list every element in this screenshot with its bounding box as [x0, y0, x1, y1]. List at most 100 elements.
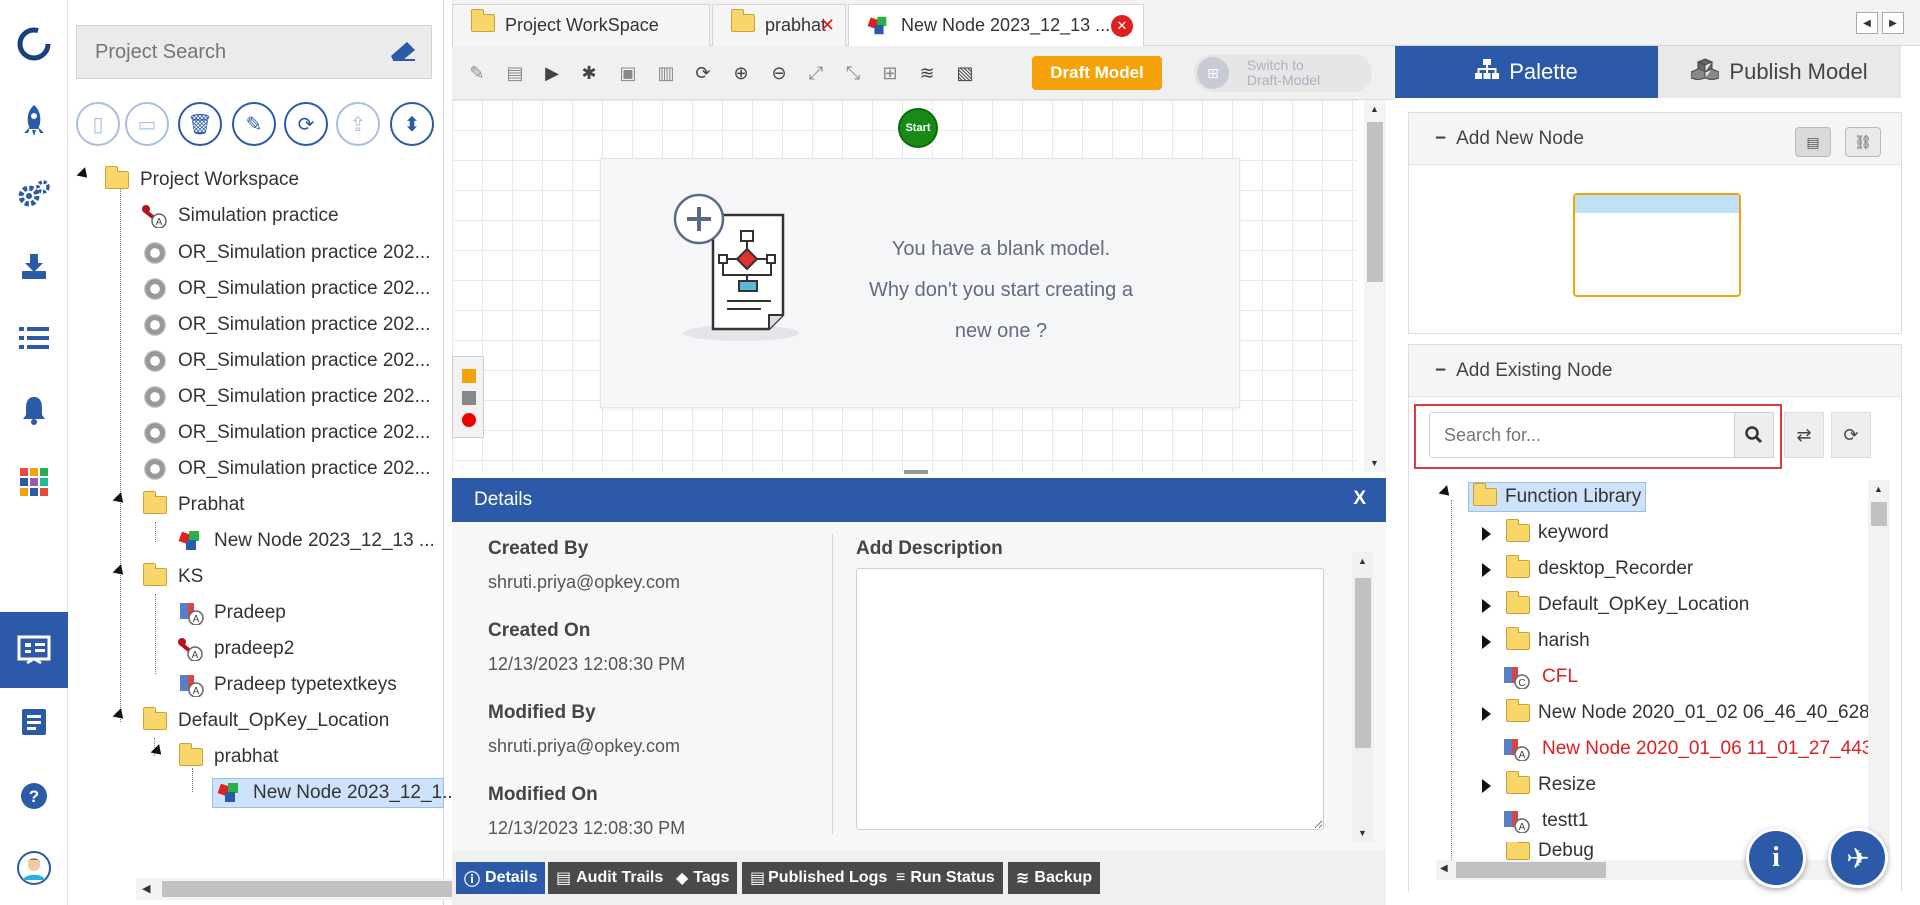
apps-grid-icon[interactable] [0, 454, 68, 510]
switch-to-draft-toggle[interactable]: ⊞ Switch to Draft-Model [1194, 54, 1372, 92]
launch-fab-button[interactable]: ✈ [1828, 828, 1888, 888]
tab-palette[interactable]: Palette [1395, 46, 1658, 98]
scroll-down-icon[interactable]: ▼ [1370, 458, 1379, 468]
tab-project-workspace[interactable]: Project WorkSpace [452, 4, 710, 46]
minus-icon[interactable]: − [1435, 128, 1446, 150]
refresh-icon[interactable]: ⟳ [692, 62, 714, 84]
help-icon[interactable]: ? [0, 768, 68, 824]
tree-item-cfl[interactable]: C CFL [1502, 662, 1578, 692]
zoom-out-icon[interactable]: ⊖ [768, 62, 790, 84]
tree-item[interactable]: OR_Simulation practice 202... [142, 274, 430, 304]
tree-item-project-workspace[interactable]: Project Workspace [104, 165, 299, 195]
existing-node-search-input[interactable] [1430, 413, 1730, 457]
tab-published-logs[interactable]: ▤ Published Logs [742, 862, 896, 894]
bell-icon[interactable] [0, 382, 68, 438]
tab-run-status[interactable]: ≡ Run Status [888, 862, 1003, 894]
close-tab-icon[interactable]: ✕ [1111, 15, 1133, 37]
tree-item[interactable]: OR_Simulation practice 202... [142, 418, 430, 448]
tree-item[interactable]: Apradeep2 [178, 634, 294, 664]
tree-item[interactable]: OR_Simulation practice 202... [142, 346, 430, 376]
tab-tags[interactable]: ◆ Tags [668, 862, 738, 894]
scroll-up-icon[interactable]: ▲ [1370, 104, 1379, 114]
expand-icon[interactable]: ⤢ [805, 62, 827, 84]
refresh-tree-button[interactable]: ⟳ [1831, 412, 1871, 458]
scroll-left-icon[interactable]: ◀ [1440, 863, 1448, 874]
tree-item-function-library[interactable]: Function Library [1468, 482, 1647, 512]
edit-button[interactable]: ✎ [232, 102, 276, 146]
compress-icon[interactable]: ⤡ [842, 62, 864, 84]
tree-item-keyword[interactable]: keyword [1506, 518, 1609, 548]
open-folder-button[interactable]: ▭ [125, 102, 169, 146]
tab-details[interactable]: ⓘ Details [456, 862, 546, 894]
minus-icon[interactable]: − [1435, 360, 1446, 382]
tree-item-testt1[interactable]: Atestt1 [1502, 806, 1588, 836]
description-textarea[interactable] [856, 568, 1324, 830]
scroll-left-icon[interactable]: ◀ [142, 882, 150, 895]
tab-backup[interactable]: ≋ Backup [1008, 862, 1101, 894]
refresh-button[interactable]: ⟳ [284, 102, 328, 146]
edit-icon[interactable]: ✎ [466, 62, 488, 84]
model-designer-icon[interactable] [0, 612, 79, 688]
upload-button[interactable]: ⇪ [336, 102, 380, 146]
scroll-up-icon[interactable]: ▲ [1358, 556, 1367, 566]
swap-button[interactable]: ⇄ [1784, 412, 1824, 458]
project-search-input[interactable] [77, 26, 387, 78]
unlink-button[interactable]: ⛓ [1845, 127, 1881, 157]
edit-doc-icon[interactable]: ▤ [504, 62, 526, 84]
list-icon[interactable] [0, 310, 68, 366]
tree-item-prabhat-sub[interactable]: prabhat [178, 742, 278, 772]
save-icon[interactable]: ▣ [617, 62, 639, 84]
legend-red-swatch[interactable] [462, 413, 476, 427]
user-avatar-icon[interactable] [0, 840, 68, 896]
tree-item-default-location[interactable]: Default_OpKey_Location [142, 706, 389, 736]
report-icon[interactable] [0, 694, 68, 750]
card-view-button[interactable]: ▤ [1795, 127, 1831, 157]
play-icon[interactable]: ▶ [541, 62, 563, 84]
new-file-button[interactable]: ▯ [76, 102, 120, 146]
scroll-up-icon[interactable]: ▲ [1874, 484, 1883, 494]
model-canvas[interactable]: Start You have a blank model. Why don't … [452, 100, 1358, 474]
legend-orange-swatch[interactable] [462, 369, 476, 383]
tab-scroll-left-button[interactable]: ◀ [1856, 12, 1878, 34]
draft-model-button[interactable]: Draft Model [1032, 56, 1162, 90]
download-icon[interactable] [0, 238, 68, 294]
image-export-icon[interactable]: ▧ [954, 62, 976, 84]
trash-icon[interactable]: ▥ [655, 62, 677, 84]
expand-collapse-button[interactable]: ⬍ [390, 102, 434, 146]
tree-item[interactable]: A Pradeep [178, 598, 286, 628]
tree-item-selected[interactable]: New Node 2023_12_1... [212, 778, 458, 808]
tree-item-debug[interactable]: Debug [1506, 842, 1594, 860]
tab-audit-trails[interactable]: ▤ Audit Trails [548, 862, 672, 894]
tree-item[interactable]: New Node 2023_12_13 ... [178, 526, 435, 556]
rocket-icon[interactable] [0, 92, 68, 148]
existing-node-vertical-scrollbar[interactable]: ▲ [1868, 480, 1890, 852]
tab-new-node[interactable]: New Node 2023_12_13 ... ✕ [848, 4, 1144, 46]
tree-item-new-node-2020-01-06[interactable]: A New Node 2020_01_06 11_01_27_443 [1502, 734, 1872, 764]
layers-icon[interactable]: ≋ [916, 62, 938, 84]
canvas-vertical-scrollbar[interactable]: ▲ ▼ [1364, 100, 1386, 472]
settings-gears-icon[interactable] [0, 166, 68, 222]
tree-item[interactable]: OR_Simulation practice 202... [142, 454, 430, 484]
eraser-icon[interactable] [389, 40, 417, 62]
search-button[interactable] [1734, 412, 1774, 458]
opkey-logo-icon[interactable] [0, 16, 68, 72]
tree-item-desktop-recorder[interactable]: desktop_Recorder [1506, 554, 1693, 584]
tree-item[interactable]: A Pradeep typetextkeys [178, 670, 397, 700]
tab-scroll-right-button[interactable]: ▶ [1882, 12, 1904, 34]
details-vertical-scrollbar[interactable]: ▲ ▼ [1352, 552, 1374, 842]
new-node-template[interactable] [1573, 193, 1741, 297]
debug-bug-icon[interactable]: ✱ [578, 62, 600, 84]
close-tab-icon[interactable]: ✕ [820, 15, 835, 36]
hierarchy-icon[interactable]: ⊞ [879, 62, 901, 84]
tree-item-default-location[interactable]: Default_OpKey_Location [1506, 590, 1749, 620]
tree-item-new-node-2020-01-02[interactable]: New Node 2020_01_02 06_46_40_628 [1506, 698, 1870, 728]
close-details-button[interactable]: X [1353, 488, 1366, 510]
tree-item-resize[interactable]: Resize [1506, 770, 1596, 800]
tab-publish-model[interactable]: Publish Model [1658, 46, 1901, 98]
tree-item[interactable]: OR_Simulation practice 202... [142, 310, 430, 340]
delete-button[interactable]: 🗑 [178, 102, 222, 146]
start-node[interactable]: Start [898, 108, 938, 148]
splitter-handle[interactable] [904, 470, 928, 474]
tree-item[interactable]: A Simulation practice [142, 201, 339, 231]
info-fab-button[interactable]: i [1746, 828, 1806, 888]
